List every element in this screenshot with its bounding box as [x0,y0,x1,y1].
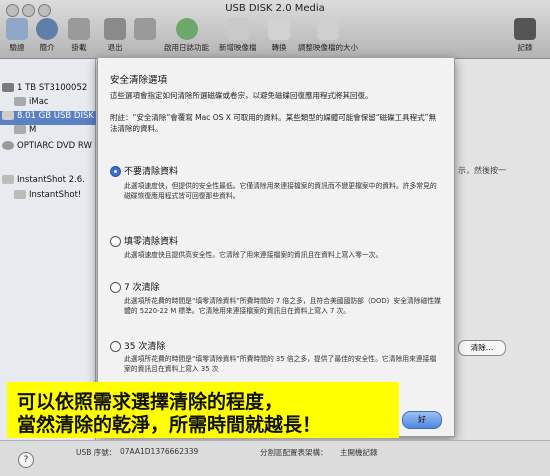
sheet-note: 附註：“安全清除”會覆寫 Mac OS X 可取用的資料。某些類型的媒體可能會保… [110,113,437,133]
disk-utility-window: USB DISK 2.0 Media 驗證 簡介 掛載 退出 ​ 啟用日誌功能 [0,0,550,476]
usb-serial-value: 07AA1D1376662339 [120,447,199,456]
toolbar-log[interactable]: 記錄 [514,18,536,53]
toolbar: USB DISK 2.0 Media 驗證 簡介 掛載 退出 ​ 啟用日誌功能 [0,0,550,59]
option-dont-erase[interactable]: 不要清除資料 [110,164,178,177]
volume-icon [14,125,26,134]
toolbar-resize-image[interactable]: 調整映像檔的大小 [298,18,358,53]
hard-disk-icon [2,83,14,92]
ok-button[interactable]: 好 [402,411,442,429]
eject-icon [104,18,126,40]
sidebar-item-imac[interactable]: iMac [14,97,49,111]
option-zero-out-desc: 此選項速度快且提供高安全性。它清除了用來連接檔案的資訊且在資料上寫入零一次。 [124,251,383,259]
usb-serial-label: USB 序號： [76,448,117,457]
option-35-pass-desc: 此選項所花費的時間是“填零清除資料”所費時間的 35 倍之多，提供了最佳的安全性… [124,355,437,373]
partition-scheme-value: 主開機記錄 [340,448,378,457]
convert-icon [268,18,290,40]
radio-icon[interactable] [110,282,121,293]
sheet-intro: 這些選項會指定如何清除所選磁碟或卷宗，以避免磁碟回復應用程式將其回復。 [110,91,373,100]
caption-line-2: 當然清除的乾淨，所需時間就越長！ [17,414,322,436]
option-dont-erase-desc: 此選項速度快，但提供的安全性最低。它僅清除用來連接檔案的資訊而不變更檔案中的資料… [124,182,437,200]
usb-disk-icon [2,111,14,120]
log-icon [514,18,536,40]
sidebar-item-usb[interactable]: 8.01 GB USB DISK [0,111,97,125]
toolbar-mount[interactable]: 掛載 [68,18,90,53]
sidebar-item-instantshot-disk[interactable]: InstantShot 2.6. [2,175,85,189]
status-bar: USB 序號： 07AA1D1376662339 分割區配置表架構： 主開機記錄 [0,440,550,476]
toolbar-eject[interactable]: 退出 [104,18,126,53]
resize-image-icon [317,18,339,40]
close-icon[interactable] [6,4,19,17]
caption-overlay: 可以依照需求選擇清除的程度， 當然清除的乾淨，所需時間就越長！ [7,382,399,438]
minimize-icon[interactable] [22,4,35,17]
new-image-icon [226,18,249,40]
sidebar-item-dvd[interactable]: OPTIARC DVD RW [2,141,92,155]
volume-icon [14,97,26,106]
option-7-pass-desc: 此選項所花費的時間是“填零清除資料”所費時間的 7 倍之多，且符合美國國防部（D… [124,297,441,315]
mount-icon [68,18,90,40]
sidebar-item-instantshot-volume[interactable]: InstantShot! [14,190,81,204]
option-zero-out[interactable]: 填零清除資料 [110,234,178,247]
toolbar-new-image[interactable]: 新增映像檔 [219,18,257,53]
option-35-pass[interactable]: 35 次清除 [110,339,165,352]
sidebar-item-m[interactable]: M [14,125,36,139]
radio-selected-icon[interactable] [110,166,121,177]
zoom-icon[interactable] [38,4,51,17]
unmount-icon [134,18,156,40]
toolbar-info[interactable]: 簡介 [36,18,58,53]
option-7-pass[interactable]: 7 次清除 [110,280,160,293]
disk-image-icon [2,175,14,184]
toolbar-unmount[interactable]: ​ [134,18,156,51]
background-hint-text: 示，然後按一 [458,166,506,175]
info-icon [36,18,58,40]
journal-icon [175,18,198,40]
erase-button[interactable]: 清除… [458,340,506,356]
sheet-heading: 安全清除選項 [110,75,168,86]
optical-drive-icon [2,141,14,150]
toolbar-verify[interactable]: 驗證 [6,18,28,53]
window-title: USB DISK 2.0 Media [225,3,325,14]
help-icon[interactable]: ? [18,452,34,468]
sidebar-item-disk1[interactable]: 1 TB ST3100052 [2,83,87,97]
radio-icon[interactable] [110,236,121,247]
secure-erase-sheet: 安全清除選項 這些選項會指定如何清除所選磁碟或卷宗，以避免磁碟回復應用程式將其回… [97,58,455,437]
radio-icon[interactable] [110,341,121,352]
toolbar-convert[interactable]: 轉換 [268,18,290,53]
toolbar-enable-journal[interactable]: 啟用日誌功能 [164,18,209,53]
partition-scheme-label: 分割區配置表架構： [260,448,328,457]
volume-icon [14,190,26,199]
microscope-icon [6,18,28,40]
